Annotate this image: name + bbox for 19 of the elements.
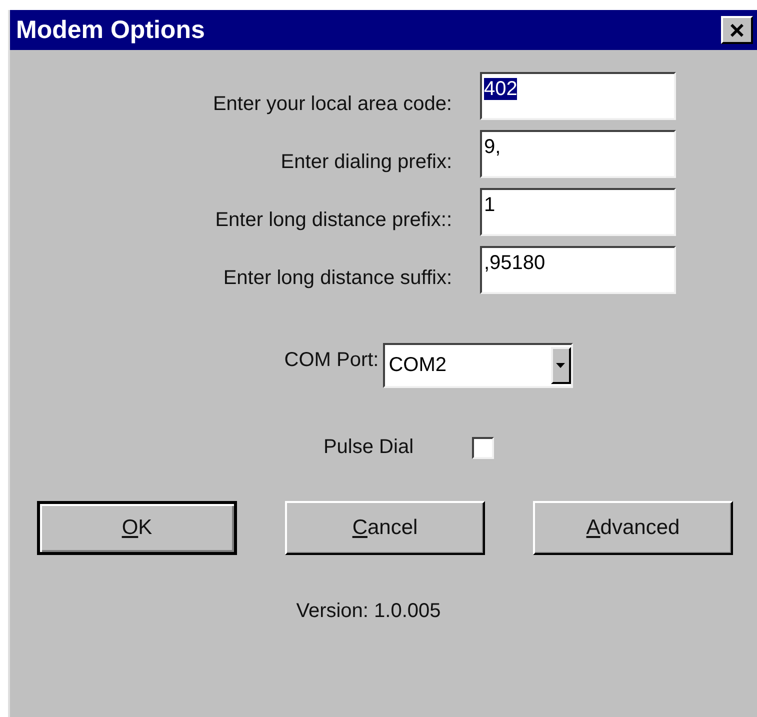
- pulse-dial-checkbox[interactable]: [472, 436, 494, 458]
- input-field[interactable]: 402: [480, 72, 676, 120]
- dialog-button[interactable]: Cancel: [285, 501, 485, 555]
- dropdown-arrow-icon: [556, 363, 566, 368]
- field-label: Enter long distance suffix:: [223, 266, 452, 290]
- pulse-dial-label: Pulse Dial: [323, 436, 414, 459]
- dialog-button[interactable]: OK: [37, 501, 237, 555]
- com-port-dropdown[interactable]: COM2: [382, 343, 573, 388]
- input-field[interactable]: 1: [480, 188, 676, 236]
- dialog-button[interactable]: Advanced: [533, 501, 733, 555]
- version-text: Version: 1.0.005: [296, 600, 441, 623]
- close-button[interactable]: ×: [721, 16, 753, 44]
- field-label: Enter dialing prefix:: [280, 150, 452, 174]
- field-label: Enter your local area code:: [212, 92, 452, 116]
- field-label: Enter long distance prefix::: [215, 208, 452, 232]
- input-field[interactable]: ,95180: [480, 246, 676, 294]
- window-title: Modem Options: [16, 16, 205, 44]
- input-field[interactable]: 9,: [480, 130, 676, 178]
- com-port-label: COM Port:: [284, 349, 379, 372]
